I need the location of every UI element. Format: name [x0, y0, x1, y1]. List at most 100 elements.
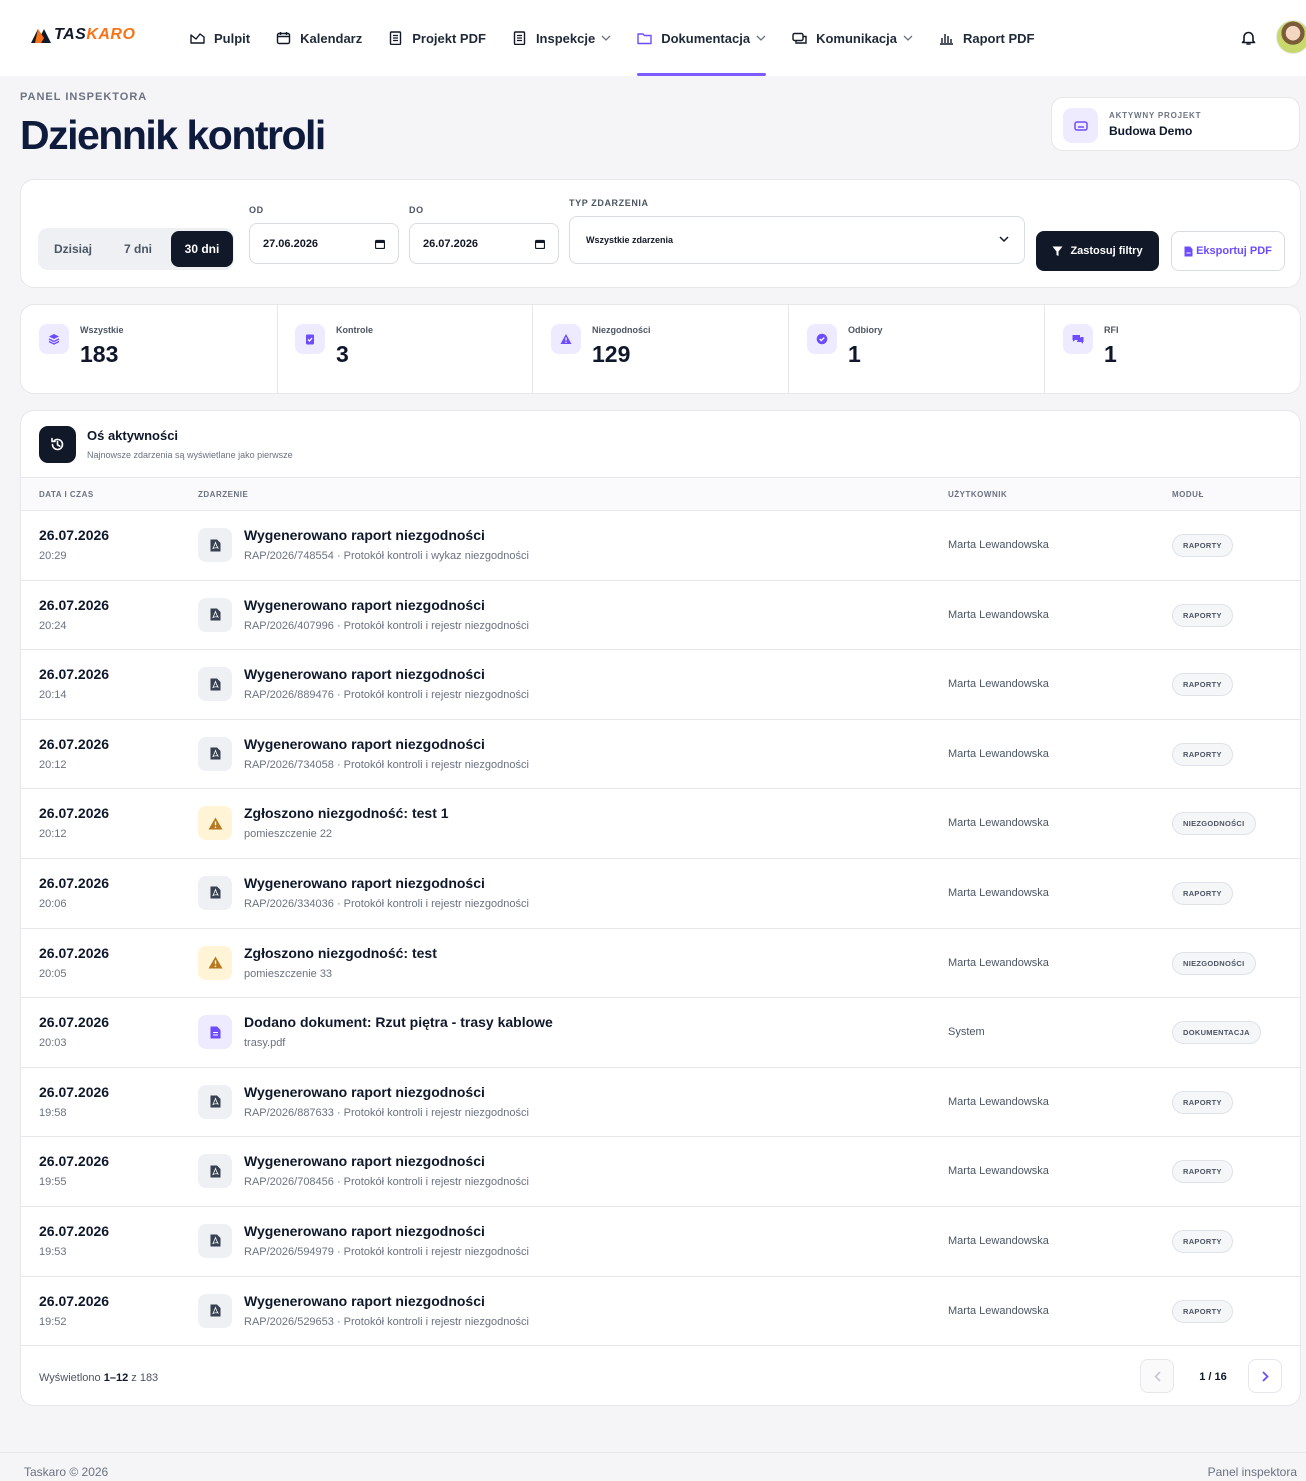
filter-icon — [1052, 246, 1063, 256]
table-row[interactable]: 26.07.2026 20:12 Zgłoszono niezgodność: te… — [21, 789, 1300, 859]
range-segmented-control: Dzisiaj 7 dni 30 dni — [38, 228, 234, 270]
stat-rfi[interactable]: RFI 1 — [1045, 305, 1300, 393]
table-row[interactable]: 26.07.2026 19:53 Wygenerowano raport niezg… — [21, 1207, 1300, 1277]
export-pdf-button[interactable]: Eksportuj PDF — [1171, 231, 1285, 271]
nav-item-pulpit[interactable]: Pulpit — [190, 0, 250, 76]
nav-item-dokumentacja[interactable]: Dokumentacja — [637, 0, 766, 76]
row-user: Marta Lewandowska — [948, 886, 1049, 899]
row-time: 20:12 — [39, 758, 67, 771]
row-user: Marta Lewandowska — [948, 817, 1049, 830]
active-project-card[interactable]: AKTYWNY PROJEKT Budowa Demo — [1051, 97, 1300, 151]
table-row[interactable]: 26.07.2026 20:12 Wygenerowano raport niezg… — [21, 720, 1300, 790]
row-date: 26.07.2026 — [39, 1083, 110, 1100]
range-30-days-button[interactable]: 30 dni — [171, 231, 233, 267]
chevron-down-icon — [903, 35, 913, 41]
stat-niezgodności[interactable]: Niezgodności 129 — [533, 305, 789, 393]
pdf-icon — [198, 736, 232, 771]
chevron-down-icon — [999, 236, 1009, 243]
history-icon — [39, 426, 76, 463]
calendar-icon — [276, 32, 291, 45]
module-badge: RAPORTY — [1172, 673, 1233, 697]
event-type-label: TYP ZDARZENIA — [569, 198, 649, 208]
table-row[interactable]: 26.07.2026 20:24 Wygenerowano raport niezg… — [21, 581, 1300, 651]
row-date: 26.07.2026 — [39, 1222, 110, 1239]
row-user: Marta Lewandowska — [948, 678, 1049, 691]
row-date: 26.07.2026 — [39, 944, 110, 961]
pdf-icon — [198, 528, 232, 562]
row-date: 26.07.2026 — [39, 527, 110, 543]
stat-value: 129 — [592, 341, 631, 367]
nav-item-label: Kalendarz — [300, 30, 363, 46]
row-event-subtitle: RAP/2026/407996 · Protokół kontroli i re… — [244, 619, 529, 632]
table-row[interactable]: 26.07.2026 19:52 Wygenerowano raport niezg… — [21, 1277, 1300, 1347]
nav-item-inspekcje[interactable]: Inspekcje — [512, 0, 611, 76]
table-row[interactable]: 26.07.2026 20:06 Wygenerowano raport niezg… — [21, 859, 1300, 929]
row-time: 19:52 — [39, 1315, 67, 1328]
row-time: 20:05 — [39, 967, 67, 980]
row-user: Marta Lewandowska — [948, 608, 1049, 621]
row-date: 26.07.2026 — [39, 666, 110, 683]
nav-item-komunikacja[interactable]: Komunikacja — [792, 0, 913, 76]
module-badge: RAPORTY — [1172, 742, 1233, 766]
stat-label: Niezgodności — [592, 325, 651, 335]
nav-item-label: Inspekcje — [535, 30, 596, 46]
taskaro-logo[interactable]: TAS KARO — [30, 26, 135, 44]
row-event-subtitle: RAP/2026/889476 · Protokół kontroli i re… — [244, 689, 529, 702]
row-event-title: Wygenerowano raport niezgodności — [244, 527, 485, 543]
stat-wszystkie[interactable]: Wszystkie 183 — [21, 305, 278, 393]
table-row[interactable]: 26.07.2026 20:03 Dodano dokument: Rzut pię… — [21, 998, 1300, 1068]
pdf-icon — [198, 875, 232, 910]
row-event-title: Wygenerowano raport niezgodności — [244, 666, 485, 683]
filters-panel: Dzisiaj 7 dni 30 dni OD 27.06.2026 DO 26… — [20, 179, 1301, 288]
range-7-days-button[interactable]: 7 dni — [108, 231, 168, 267]
module-badge: RAPORTY — [1172, 1090, 1233, 1114]
logo-text-2: KARO — [86, 26, 136, 43]
col-datetime: DATA I CZAS — [39, 490, 94, 499]
row-event-title: Wygenerowano raport niezgodności — [244, 1153, 485, 1170]
row-event-subtitle: RAP/2026/594979 · Protokół kontroli i re… — [244, 1245, 529, 1258]
table-row[interactable]: 26.07.2026 19:55 Wygenerowano raport niezg… — [21, 1137, 1300, 1207]
nav-item-kalendarz[interactable]: Kalendarz — [276, 0, 362, 76]
row-date: 26.07.2026 — [39, 1014, 110, 1031]
stat-value: 1 — [1104, 341, 1117, 367]
range-today-button[interactable]: Dzisiaj — [42, 231, 104, 267]
row-event-title: Dodano dokument: Rzut piętra - trasy kab… — [244, 1014, 553, 1031]
bell-icon[interactable] — [1241, 30, 1256, 46]
from-date-input[interactable]: 27.06.2026 — [249, 223, 399, 264]
from-label: OD — [249, 205, 264, 215]
warning-icon — [551, 324, 581, 354]
table-row[interactable]: 26.07.2026 20:29 Wygenerowano raport niezg… — [21, 511, 1300, 581]
row-event-subtitle: pomieszczenie 33 — [244, 967, 333, 980]
nav-item-projekt-pdf[interactable]: Projekt PDF — [388, 0, 486, 76]
row-time: 20:14 — [39, 689, 67, 702]
calendar-icon[interactable] — [375, 239, 385, 249]
calendar-icon[interactable] — [535, 239, 545, 249]
to-date-input[interactable]: 26.07.2026 — [409, 223, 559, 264]
next-page-button[interactable] — [1248, 1359, 1282, 1393]
row-event-subtitle: RAP/2026/887633 · Protokół kontroli i re… — [244, 1106, 529, 1119]
row-time: 20:24 — [39, 619, 67, 632]
row-user: Marta Lewandowska — [948, 956, 1049, 969]
row-date: 26.07.2026 — [39, 874, 110, 891]
stat-odbiory[interactable]: Odbiory 1 — [789, 305, 1045, 393]
page-eyebrow: PANEL INSPEKTORA — [20, 91, 148, 103]
prev-page-button[interactable] — [1140, 1359, 1174, 1393]
stat-kontrole[interactable]: Kontrole 3 — [277, 305, 533, 393]
nav-item-raport-pdf[interactable]: Raport PDF — [939, 0, 1035, 76]
table-row[interactable]: 26.07.2026 20:14 Wygenerowano raport niezg… — [21, 650, 1300, 720]
from-date-value: 27.06.2026 — [263, 237, 319, 250]
event-type-select[interactable]: Wszystkie zdarzenia — [569, 216, 1025, 264]
table-row[interactable]: 26.07.2026 20:05 Zgłoszono niezgodność: te… — [21, 929, 1300, 999]
event-type-value: Wszystkie zdarzenia — [586, 235, 674, 245]
avatar[interactable] — [1276, 20, 1306, 54]
table-row[interactable]: 26.07.2026 19:58 Wygenerowano raport niezg… — [21, 1068, 1300, 1138]
apply-filters-button[interactable]: Zastosuj filtry — [1036, 231, 1159, 271]
shown-count: Wyświetlono 1–12 z 183 — [39, 1372, 158, 1384]
nav-item-label: Komunikacja — [816, 30, 897, 46]
row-event-title: Wygenerowano raport niezgodności — [244, 735, 485, 752]
row-time: 20:29 — [39, 550, 67, 562]
clipboard-check-icon — [295, 324, 325, 354]
row-user: Marta Lewandowska — [948, 747, 1049, 760]
pdf-icon — [198, 667, 232, 702]
project-icon — [1063, 108, 1098, 143]
